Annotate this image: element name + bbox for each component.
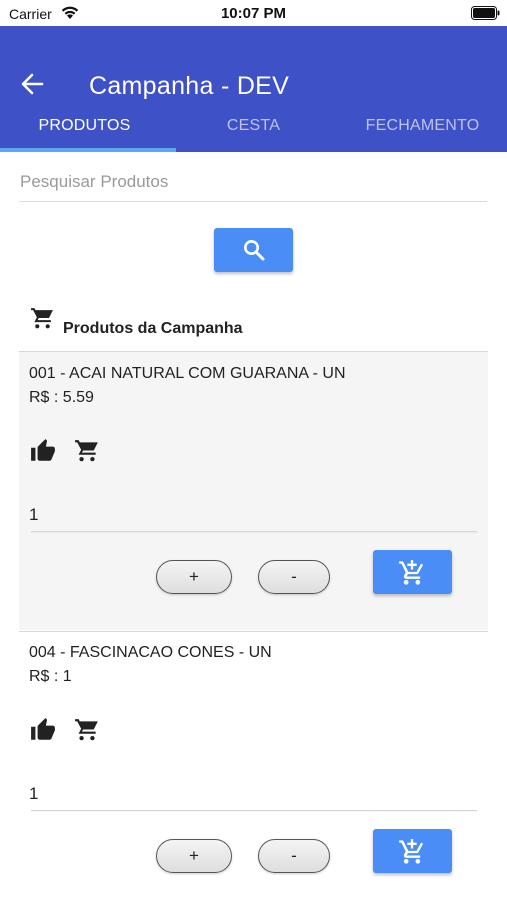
search-icon [244, 240, 265, 261]
active-tab-indicator [0, 148, 176, 152]
divider [19, 631, 488, 632]
status-time: 10:07 PM [220, 5, 287, 22]
decrement-button[interactable]: - [258, 839, 330, 873]
thumb-up-icon[interactable] [29, 438, 57, 464]
quantity-value[interactable]: 1 [29, 784, 38, 804]
add-to-cart-button[interactable] [373, 829, 452, 873]
search-input[interactable] [19, 168, 487, 202]
tab-cesta[interactable]: CESTA [169, 110, 338, 152]
thumb-up-icon[interactable] [29, 717, 57, 743]
increment-button[interactable]: + [156, 560, 232, 594]
add-to-cart-button[interactable] [373, 550, 452, 594]
product-price: R$ : 1 [29, 668, 72, 685]
tab-produtos[interactable]: PRODUTOS [0, 110, 169, 152]
quantity-underline [31, 810, 477, 811]
search-button[interactable] [214, 228, 293, 272]
decrement-button[interactable]: - [258, 560, 330, 594]
product-name: 001 - ACAI NATURAL COM GUARANA - UN [29, 365, 346, 382]
tab-fechamento[interactable]: FECHAMENTO [338, 110, 507, 152]
quantity-value[interactable]: 1 [29, 505, 38, 525]
product-card: 004 - FASCINACAO CONES - UN R$ : 1 1 + - [19, 631, 488, 900]
quantity-underline [31, 531, 477, 532]
status-bar: Carrier 10:07 PM [0, 0, 507, 26]
product-name: 004 - FASCINACAO CONES - UN [29, 644, 272, 661]
product-price: R$ : 5.59 [29, 389, 94, 406]
battery-icon [471, 6, 500, 20]
increment-button[interactable]: + [156, 839, 232, 873]
add-shopping-cart-icon [399, 839, 424, 864]
product-card: 001 - ACAI NATURAL COM GUARANA - UN R$ :… [19, 352, 488, 630]
cart-icon[interactable] [74, 717, 100, 743]
tab-bar: PRODUTOS CESTA FECHAMENTO [0, 110, 507, 152]
cart-icon [31, 308, 53, 329]
add-shopping-cart-icon [399, 560, 424, 585]
page-title: Campanha - DEV [89, 72, 290, 100]
cart-icon[interactable] [74, 438, 100, 464]
arrow-left-icon[interactable] [20, 72, 46, 96]
app-header: Campanha - DEV PRODUTOS CESTA FECHAMENTO [0, 26, 507, 152]
section-title: Produtos da Campanha [63, 320, 243, 337]
